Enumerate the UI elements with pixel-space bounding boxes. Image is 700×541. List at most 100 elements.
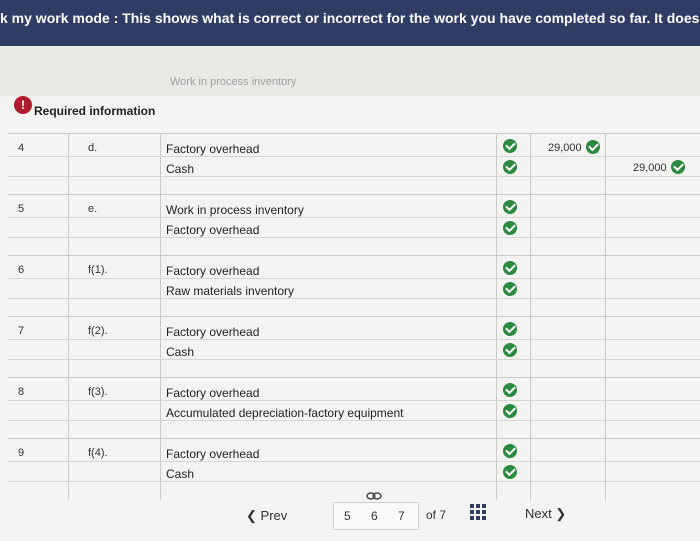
column-divider (605, 317, 606, 378)
column-divider (496, 256, 497, 317)
chevron-right-icon: ❯ (555, 506, 567, 521)
column-divider (530, 439, 531, 500)
prev-label: Prev (260, 508, 288, 523)
prev-button[interactable]: ❮ Prev (246, 508, 287, 524)
event-label: f(2). (88, 325, 108, 337)
correct-check-icon (503, 282, 517, 296)
column-divider (160, 439, 161, 500)
transaction-number: 4 (18, 142, 25, 154)
column-divider (530, 378, 531, 439)
correct-check-icon (503, 322, 517, 336)
column-divider (605, 378, 606, 439)
column-divider (530, 256, 531, 317)
link-icon (366, 492, 382, 500)
page-5-link[interactable]: 5 (344, 509, 351, 523)
debit-amount-field[interactable]: 29,000 (548, 142, 582, 154)
event-label: e. (88, 203, 98, 215)
correct-check-icon (503, 160, 517, 174)
column-divider (160, 195, 161, 256)
column-divider (496, 439, 497, 500)
required-information-header: ! Required information (0, 96, 700, 126)
column-divider (530, 134, 531, 195)
faded-header-text: Work in process inventory (170, 76, 297, 88)
chevron-left-icon: ❮ (246, 508, 257, 523)
credit-account-field[interactable]: Factory overhead (166, 223, 259, 237)
column-divider (496, 195, 497, 256)
column-divider (68, 317, 69, 378)
correct-check-icon (503, 261, 517, 275)
debit-account-field[interactable]: Factory overhead (166, 447, 259, 461)
credit-amount-field[interactable]: 29,000 (633, 162, 667, 174)
page-6-current[interactable]: 6 (371, 509, 378, 523)
check-my-work-banner: k my work mode : This shows what is corr… (0, 0, 700, 46)
column-divider (160, 134, 161, 195)
correct-check-icon (503, 444, 517, 458)
column-divider (68, 378, 69, 439)
faded-previous-content: Work in process inventory (0, 46, 700, 96)
correct-check-icon (586, 140, 600, 154)
page-count: of 7 (426, 508, 447, 522)
line-divider (8, 461, 700, 462)
page-number-box: 5 6 7 (333, 492, 419, 530)
line-divider (8, 217, 700, 218)
transaction-number: 8 (18, 386, 25, 398)
correct-check-icon (503, 200, 517, 214)
line-divider (8, 339, 700, 340)
line-divider (8, 156, 700, 157)
column-divider (530, 317, 531, 378)
credit-account-field[interactable]: Cash (166, 162, 194, 176)
journal-row: 9 f(4). Factory overhead Cash (8, 438, 700, 500)
event-label: f(4). (88, 447, 108, 459)
column-divider (605, 256, 606, 317)
correct-check-icon (503, 404, 517, 418)
journal-row: 7 f(2). Factory overhead Cash (8, 316, 700, 378)
credit-account-field[interactable]: Raw materials inventory (166, 284, 294, 298)
debit-account-field[interactable]: Factory overhead (166, 142, 259, 156)
event-label: d. (88, 142, 98, 154)
journal-row: 5 e. Work in process inventory Factory over… (8, 194, 700, 256)
event-label: f(1). (88, 264, 108, 276)
journal-row: 8 f(3). Factory overhead Accumulated deprec… (8, 377, 700, 439)
credit-account-field[interactable]: Cash (166, 345, 194, 359)
alert-icon: ! (14, 96, 32, 114)
line-divider (8, 359, 700, 360)
transaction-number: 9 (18, 447, 25, 459)
next-button[interactable]: Next ❯ (525, 506, 566, 522)
column-divider (530, 195, 531, 256)
line-divider (8, 481, 700, 482)
correct-check-icon (503, 383, 517, 397)
required-information-title: Required information (34, 104, 156, 118)
correct-check-icon (671, 160, 685, 174)
transaction-number: 7 (18, 325, 25, 337)
column-divider (68, 439, 69, 500)
column-divider (68, 256, 69, 317)
column-divider (605, 195, 606, 256)
line-divider (8, 176, 700, 177)
column-divider (160, 256, 161, 317)
line-divider (8, 400, 700, 401)
correct-check-icon (503, 343, 517, 357)
credit-account-field[interactable]: Cash (166, 467, 194, 481)
journal-row: 6 f(1). Factory overhead Raw materials inve… (8, 255, 700, 317)
grid-icon[interactable] (470, 504, 486, 520)
column-divider (68, 134, 69, 195)
debit-account-field[interactable]: Factory overhead (166, 386, 259, 400)
journal-entry-table: 4 d. Factory overhead Cash 29,000 29,000 5 e. Wo… (8, 133, 700, 500)
column-divider (68, 195, 69, 256)
debit-account-field[interactable]: Factory overhead (166, 264, 259, 278)
line-divider (8, 237, 700, 238)
column-divider (496, 378, 497, 439)
page-7-link[interactable]: 7 (398, 509, 405, 523)
column-divider (496, 134, 497, 195)
line-divider (8, 298, 700, 299)
column-divider (160, 378, 161, 439)
column-divider (496, 317, 497, 378)
correct-check-icon (503, 465, 517, 479)
debit-account-field[interactable]: Factory overhead (166, 325, 259, 339)
column-divider (605, 439, 606, 500)
credit-account-field[interactable]: Accumulated depreciation-factory equipme… (166, 406, 403, 420)
debit-account-field[interactable]: Work in process inventory (166, 203, 304, 217)
correct-check-icon (503, 139, 517, 153)
transaction-number: 5 (18, 203, 25, 215)
line-divider (8, 278, 700, 279)
